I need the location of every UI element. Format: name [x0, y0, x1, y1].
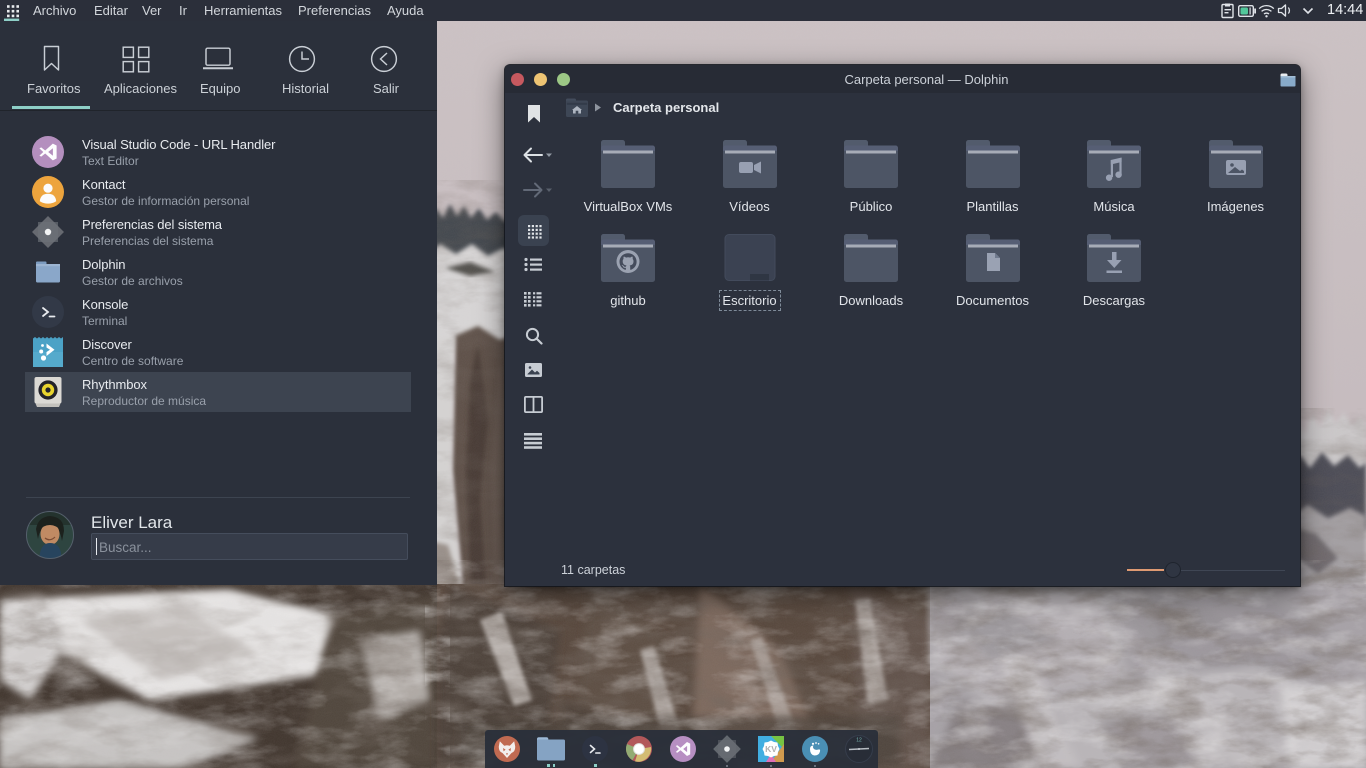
svg-text:12: 12	[856, 738, 862, 744]
svg-text:KV: KV	[765, 744, 777, 754]
